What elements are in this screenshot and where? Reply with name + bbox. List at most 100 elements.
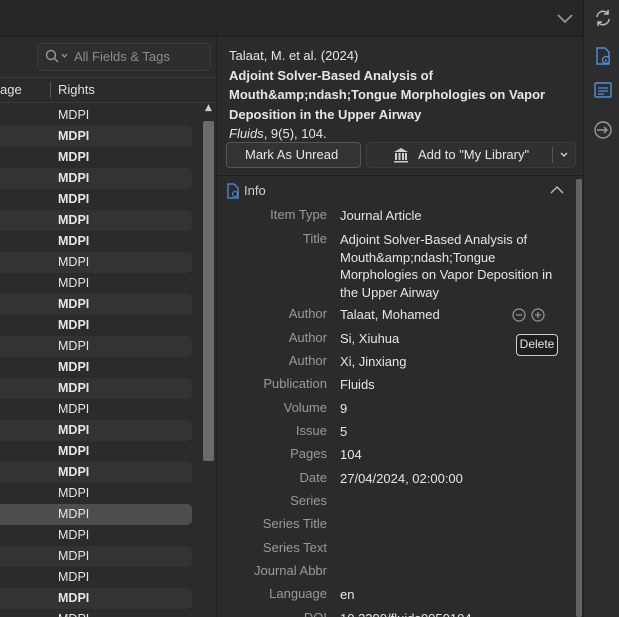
field-value[interactable]: en (340, 586, 565, 604)
journal-name: Fluids (229, 126, 264, 141)
table-row[interactable]: MDPI (0, 462, 192, 483)
field-label: Author (288, 306, 327, 321)
sync-icon[interactable] (593, 8, 613, 28)
field-label: Pages (290, 446, 327, 461)
rights-cell: MDPI (58, 108, 90, 122)
table-row[interactable]: MDPI (0, 252, 192, 273)
field-value[interactable]: 9 (340, 400, 565, 418)
delete-tooltip: Delete (516, 334, 558, 356)
items-table-body: MDPI MDPI MDPI MDPI MDPI MDPI MDPI MDPI MDPI MDPI… (0, 105, 200, 617)
table-row[interactable]: MDPI (0, 210, 192, 231)
table-row[interactable]: MDPI (0, 378, 192, 399)
item-title-header: Adjoint Solver-Based Analysis of Mouth&a… (229, 67, 546, 122)
table-row[interactable]: MDPI (0, 168, 192, 189)
field-value[interactable]: 10.3390/fluids9050104 (340, 610, 565, 617)
rights-cell: MDPI (58, 528, 90, 542)
items-scrollbar[interactable]: ▲ (200, 103, 216, 617)
table-row[interactable]: MDPI (0, 567, 200, 588)
search-box[interactable]: All Fields & Tags (37, 43, 211, 71)
field-value[interactable]: Adjoint Solver-Based Analysis of Mouth&a… (340, 231, 565, 301)
rights-cell: MDPI (58, 213, 90, 227)
chevron-down-icon[interactable] (552, 147, 575, 163)
field-label: DOI (304, 610, 327, 617)
table-row[interactable]: MDPI (0, 231, 200, 252)
rights-cell: MDPI (58, 234, 90, 248)
rights-cell: MDPI (58, 192, 90, 206)
table-row[interactable]: MDPI (0, 147, 200, 168)
mark-as-unread-button[interactable]: Mark As Unread (226, 142, 361, 168)
info-pane-icon[interactable] (593, 46, 613, 66)
table-row[interactable]: MDPI (0, 483, 200, 504)
table-row[interactable]: MDPI (0, 357, 200, 378)
rights-cell: MDPI (58, 171, 90, 185)
field-value[interactable]: 27/04/2024, 02:00:00 (340, 470, 565, 488)
table-row[interactable]: MDPI (0, 315, 200, 336)
collapse-section-icon[interactable] (549, 183, 565, 197)
column-header-row: age Rights (0, 77, 216, 103)
rights-cell: MDPI (58, 465, 90, 479)
scroll-up-arrow[interactable]: ▲ (205, 103, 212, 113)
rights-cell: MDPI (58, 381, 90, 395)
rights-cell: MDPI (58, 486, 90, 500)
column-header-page[interactable]: age (0, 82, 22, 97)
table-row[interactable]: MDPI (0, 126, 192, 147)
rights-cell: MDPI (58, 591, 90, 605)
table-row[interactable]: MDPI (0, 441, 200, 462)
rights-cell: MDPI (58, 423, 90, 437)
items-list-pane: All Fields & Tags age Rights MDPI MDPI MDP… (0, 37, 217, 617)
field-value[interactable]: 104 (340, 446, 565, 464)
search-icon[interactable] (44, 48, 70, 64)
search-input[interactable]: All Fields & Tags (74, 49, 170, 64)
field-value[interactable]: Fluids (340, 376, 565, 394)
volume-issue-pages: , 9(5), 104. (263, 126, 327, 141)
scrollbar-thumb[interactable] (203, 121, 214, 461)
table-row[interactable]: MDPI (0, 504, 192, 525)
rights-cell: MDPI (58, 444, 90, 458)
top-toolbar (0, 0, 583, 37)
field-value[interactable]: Journal Article (340, 207, 565, 225)
field-value[interactable]: 5 (340, 423, 565, 441)
rights-cell: MDPI (58, 276, 90, 290)
add-to-library-button[interactable]: Add to "My Library" (366, 142, 576, 168)
rights-cell: MDPI (58, 612, 89, 617)
rights-cell: MDPI (58, 360, 90, 374)
table-row[interactable]: MDPI (0, 525, 200, 546)
citation-header: Talaat, M. et al. (2024) Adjoint Solver-… (229, 46, 569, 144)
column-header-rights[interactable]: Rights (58, 82, 95, 97)
info-section-title: Info (244, 183, 266, 198)
side-nav (583, 0, 619, 617)
rights-cell: MDPI (58, 255, 90, 269)
rights-cell: MDPI (58, 507, 90, 521)
table-row[interactable]: MDPI (0, 105, 200, 126)
field-label: Title (302, 231, 327, 246)
rights-cell: MDPI (58, 297, 90, 311)
field-label: Journal Abbr (254, 563, 327, 578)
table-row[interactable]: MDPI (0, 420, 192, 441)
table-row[interactable]: MDPI (0, 609, 200, 617)
table-row[interactable]: MDPI (0, 588, 192, 609)
field-label: Date (299, 470, 327, 485)
add-to-library-label: Add to "My Library" (418, 147, 530, 162)
related-icon[interactable] (593, 120, 613, 140)
table-row[interactable]: MDPI (0, 189, 200, 210)
rights-cell: MDPI (58, 318, 90, 332)
table-row[interactable]: MDPI (0, 546, 192, 567)
field-label: Author (288, 330, 327, 345)
section-divider (217, 175, 583, 176)
field-label: Series (290, 493, 327, 508)
rights-cell: MDPI (58, 150, 90, 164)
item-pane-scrollbar[interactable] (576, 179, 582, 617)
field-label: Author (288, 353, 327, 368)
rights-cell: MDPI (58, 549, 90, 563)
table-row[interactable]: MDPI (0, 399, 200, 420)
table-row[interactable]: MDPI (0, 336, 192, 357)
abstract-icon[interactable] (593, 80, 613, 100)
table-row[interactable]: MDPI (0, 273, 200, 294)
column-divider[interactable] (50, 82, 51, 98)
table-row[interactable]: MDPI (0, 294, 192, 315)
chevron-down-icon[interactable] (556, 9, 574, 27)
field-label: Publication (263, 376, 327, 391)
citation-line: Talaat, M. et al. (2024) (229, 48, 359, 63)
field-label: Series Title (262, 516, 327, 531)
author-controls (512, 308, 545, 322)
